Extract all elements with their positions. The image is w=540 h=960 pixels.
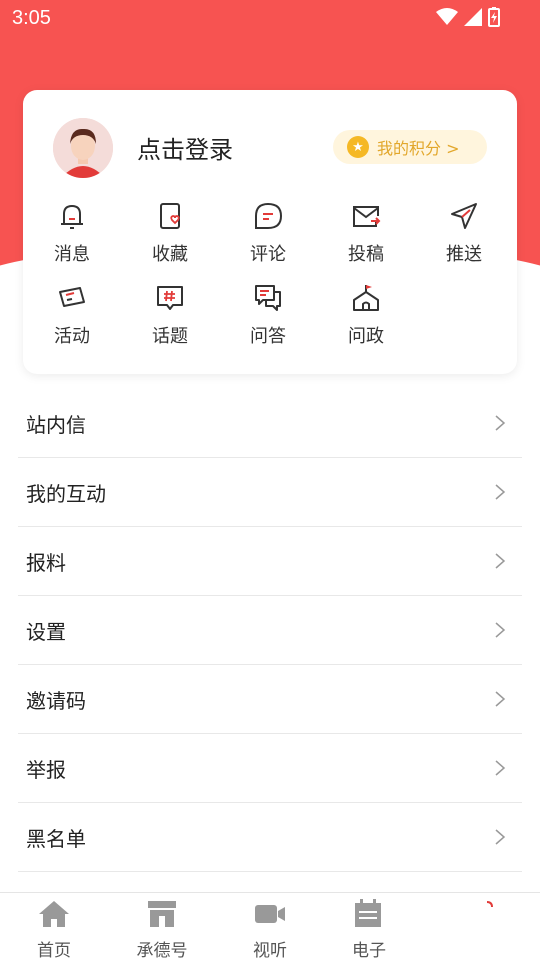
favorite-doc-icon	[160, 203, 180, 229]
grid-label: 评论	[250, 244, 286, 265]
menu-label: 报料	[26, 550, 66, 575]
grid-label: 消息	[54, 244, 90, 265]
grid-label: 投稿	[348, 244, 384, 265]
menu-label: 邀请码	[26, 688, 86, 713]
tab-label: 承德号	[136, 941, 188, 960]
signal-icon	[464, 8, 482, 26]
video-camera-icon	[255, 905, 285, 923]
home-icon	[39, 901, 69, 927]
government-building-icon	[353, 285, 379, 311]
menu-item-invite-code[interactable]: 邀请码	[18, 665, 522, 734]
calendar-newspaper-icon	[355, 899, 381, 927]
chevron-right-icon	[495, 415, 506, 431]
grid-label: 问答	[250, 326, 286, 347]
grid-item-submit[interactable]: 投稿	[326, 200, 406, 266]
chevron-right-icon	[495, 691, 506, 707]
tab-home[interactable]: 首页	[14, 899, 94, 960]
status-time: 3:05	[12, 7, 51, 29]
grid-item-topics[interactable]: 话题	[130, 282, 210, 348]
qa-chat-icon	[255, 285, 281, 311]
chevron-right-icon	[495, 553, 506, 569]
grid-label: 活动	[54, 326, 90, 347]
menu-item-inbox[interactable]: 站内信	[18, 389, 522, 458]
tab-mine[interactable]	[446, 899, 526, 936]
menu-label: 设置	[26, 619, 66, 644]
status-bar: 3:05	[0, 0, 540, 38]
hashtag-icon	[157, 286, 183, 310]
chevron-right-icon	[495, 829, 506, 845]
grid-item-politics[interactable]: 问政	[326, 282, 406, 348]
chevron-right-icon	[495, 622, 506, 638]
grid-item-messages[interactable]: 消息	[32, 200, 112, 266]
wifi-icon	[436, 8, 458, 25]
points-label: 我的积分 >	[377, 139, 460, 158]
tab-epaper[interactable]: 电子	[328, 899, 408, 960]
avatar[interactable]	[53, 118, 113, 178]
grid-item-events[interactable]: 活动	[32, 282, 112, 348]
grid-label: 收藏	[152, 244, 188, 265]
chevron-right-icon	[495, 760, 506, 776]
menu-label: 站内信	[26, 412, 86, 437]
user-active-icon	[487, 901, 493, 907]
menu-item-settings[interactable]: 设置	[18, 596, 522, 665]
settings-menu: 站内信 我的互动 报料 设置 邀请码 举报 黑名单	[18, 389, 522, 872]
bottom-tab-bar: 首页 承德号 视听 电子	[0, 892, 540, 960]
menu-item-report[interactable]: 举报	[18, 734, 522, 803]
battery-icon	[488, 7, 500, 27]
menu-item-report-news[interactable]: 报料	[18, 527, 522, 596]
storefront-icon	[148, 901, 176, 927]
tab-video[interactable]: 视听	[230, 899, 310, 960]
comment-icon	[255, 202, 283, 229]
menu-label: 我的互动	[26, 481, 106, 506]
my-points-button[interactable]: ★ 我的积分 >	[333, 130, 487, 164]
mail-send-icon	[353, 206, 381, 227]
menu-label: 黑名单	[26, 826, 86, 851]
grid-item-push[interactable]: 推送	[424, 200, 504, 266]
menu-item-blacklist[interactable]: 黑名单	[18, 803, 522, 872]
grid-label: 推送	[446, 244, 482, 265]
grid-item-favorites[interactable]: 收藏	[130, 200, 210, 266]
grid-item-comments[interactable]: 评论	[228, 200, 308, 266]
tab-label: 视听	[253, 941, 287, 960]
menu-item-interactions[interactable]: 我的互动	[18, 458, 522, 527]
grid-label: 话题	[152, 326, 188, 347]
tab-label: 电子	[352, 941, 386, 960]
paper-plane-icon	[451, 203, 477, 229]
profile-card: 点击登录 ★ 我的积分 > 消息 收藏 评论 投稿 推送 活动 话题 问答 问政	[23, 90, 517, 374]
menu-label: 举报	[26, 757, 66, 782]
ticket-icon	[59, 287, 85, 307]
coin-icon: ★	[347, 136, 369, 158]
chevron-right-icon	[495, 484, 506, 500]
bell-icon	[61, 204, 83, 229]
grid-label: 问政	[348, 326, 384, 347]
tab-chengde-hao[interactable]: 承德号	[122, 899, 202, 960]
login-link[interactable]: 点击登录	[137, 130, 233, 165]
grid-item-qa[interactable]: 问答	[228, 282, 308, 348]
tab-label: 首页	[37, 941, 71, 960]
